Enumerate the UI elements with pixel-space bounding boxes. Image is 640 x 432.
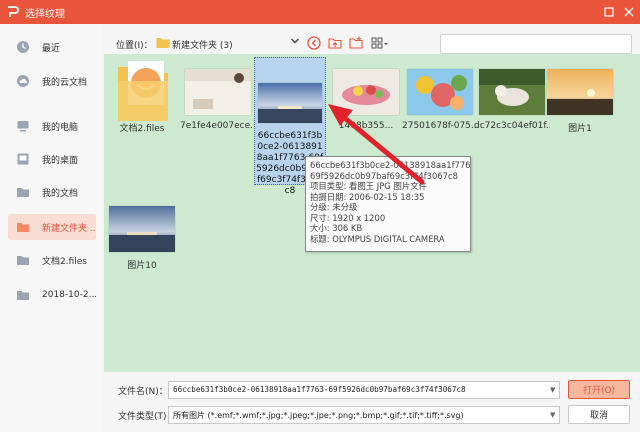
clock-icon <box>16 40 30 54</box>
sidebar-item-recent[interactable]: 最近 <box>8 34 96 60</box>
sidebar-item-label: 新建文件夹 ... <box>42 223 96 234</box>
folder-icon <box>156 37 170 49</box>
sidebar-item-label: 最近 <box>42 43 61 54</box>
sidebar-item-label: 我的云文档 <box>42 77 88 88</box>
file-area: 文档2.files 7e1fe4e007ece... 66ccbe631f3b0… <box>104 54 640 372</box>
sidebar-item-new-folder[interactable]: 新建文件夹 ... <box>8 214 96 240</box>
folder-icon <box>16 220 30 234</box>
window-title: 选择纹理 <box>25 8 65 20</box>
close-icon[interactable] <box>620 3 638 21</box>
sidebar-item-my-documents[interactable]: 我的文档 <box>8 179 96 205</box>
sidebar-item-label: 2018-10-2... <box>42 290 96 300</box>
chevron-down-icon[interactable]: ▼ <box>550 386 555 394</box>
sidebar-item-desktop[interactable]: 我的桌面 <box>8 146 96 172</box>
folder-icon <box>16 253 30 267</box>
filename-input[interactable]: 66ccbe631f3b0ce2-06138918aa1f7763-69f592… <box>168 381 560 399</box>
filetype-label: 文件类型(T)： <box>118 412 176 422</box>
sidebar-item-cloud-docs[interactable]: 我的云文档 <box>8 68 96 94</box>
back-icon[interactable] <box>306 35 322 51</box>
title-bar: 选择纹理 <box>0 0 640 24</box>
folder-icon <box>16 288 30 302</box>
open-button[interactable]: 打开(O) <box>568 380 630 399</box>
sidebar-item-doc2-files[interactable]: 文档2.files <box>8 247 96 273</box>
annotation-arrow <box>328 104 425 185</box>
view-mode-icon[interactable] <box>370 35 390 51</box>
desktop-icon <box>16 152 30 166</box>
cloud-icon <box>16 74 30 88</box>
wps-logo-icon <box>5 4 21 20</box>
location-path[interactable]: 新建文件夹 (3) <box>172 38 233 51</box>
sidebar-item-2018-folder[interactable]: 2018-10-2... <box>8 282 96 308</box>
sidebar-item-label: 我的文档 <box>42 188 79 199</box>
chevron-down-icon[interactable] <box>290 36 300 49</box>
filename-label: 文件名(N)： <box>118 387 168 397</box>
sidebar: 最近 我的云文档 我的电脑 我的桌面 我的文档 新建文件夹 ... 文档2.fi… <box>0 24 102 432</box>
computer-icon <box>16 119 30 133</box>
folder-icon <box>16 185 30 199</box>
filetype-select[interactable]: 所有图片 (*.emf;*.wmf;*.jpg;*.jpeg;*.jpe;*.p… <box>168 406 560 424</box>
location-label: 位置(I)： <box>116 41 153 51</box>
sidebar-item-label: 我的桌面 <box>42 155 79 166</box>
search-input[interactable] <box>440 34 632 54</box>
main-panel: 位置(I)： 新建文件夹 (3) 文档2.files 7e1fe4e007ece… <box>102 24 640 432</box>
maximize-icon[interactable] <box>600 3 618 21</box>
bottom-panel: 文件名(N)： 66ccbe631f3b0ce2-06138918aa1f776… <box>102 374 640 432</box>
up-folder-icon[interactable] <box>327 35 343 51</box>
sidebar-item-label: 我的电脑 <box>42 122 79 133</box>
chevron-down-icon[interactable]: ▼ <box>550 411 555 419</box>
cancel-button[interactable]: 取消 <box>568 405 630 424</box>
new-folder-icon[interactable] <box>348 35 364 51</box>
sidebar-item-my-computer[interactable]: 我的电脑 <box>8 113 96 139</box>
sidebar-item-label: 文档2.files <box>42 256 87 267</box>
